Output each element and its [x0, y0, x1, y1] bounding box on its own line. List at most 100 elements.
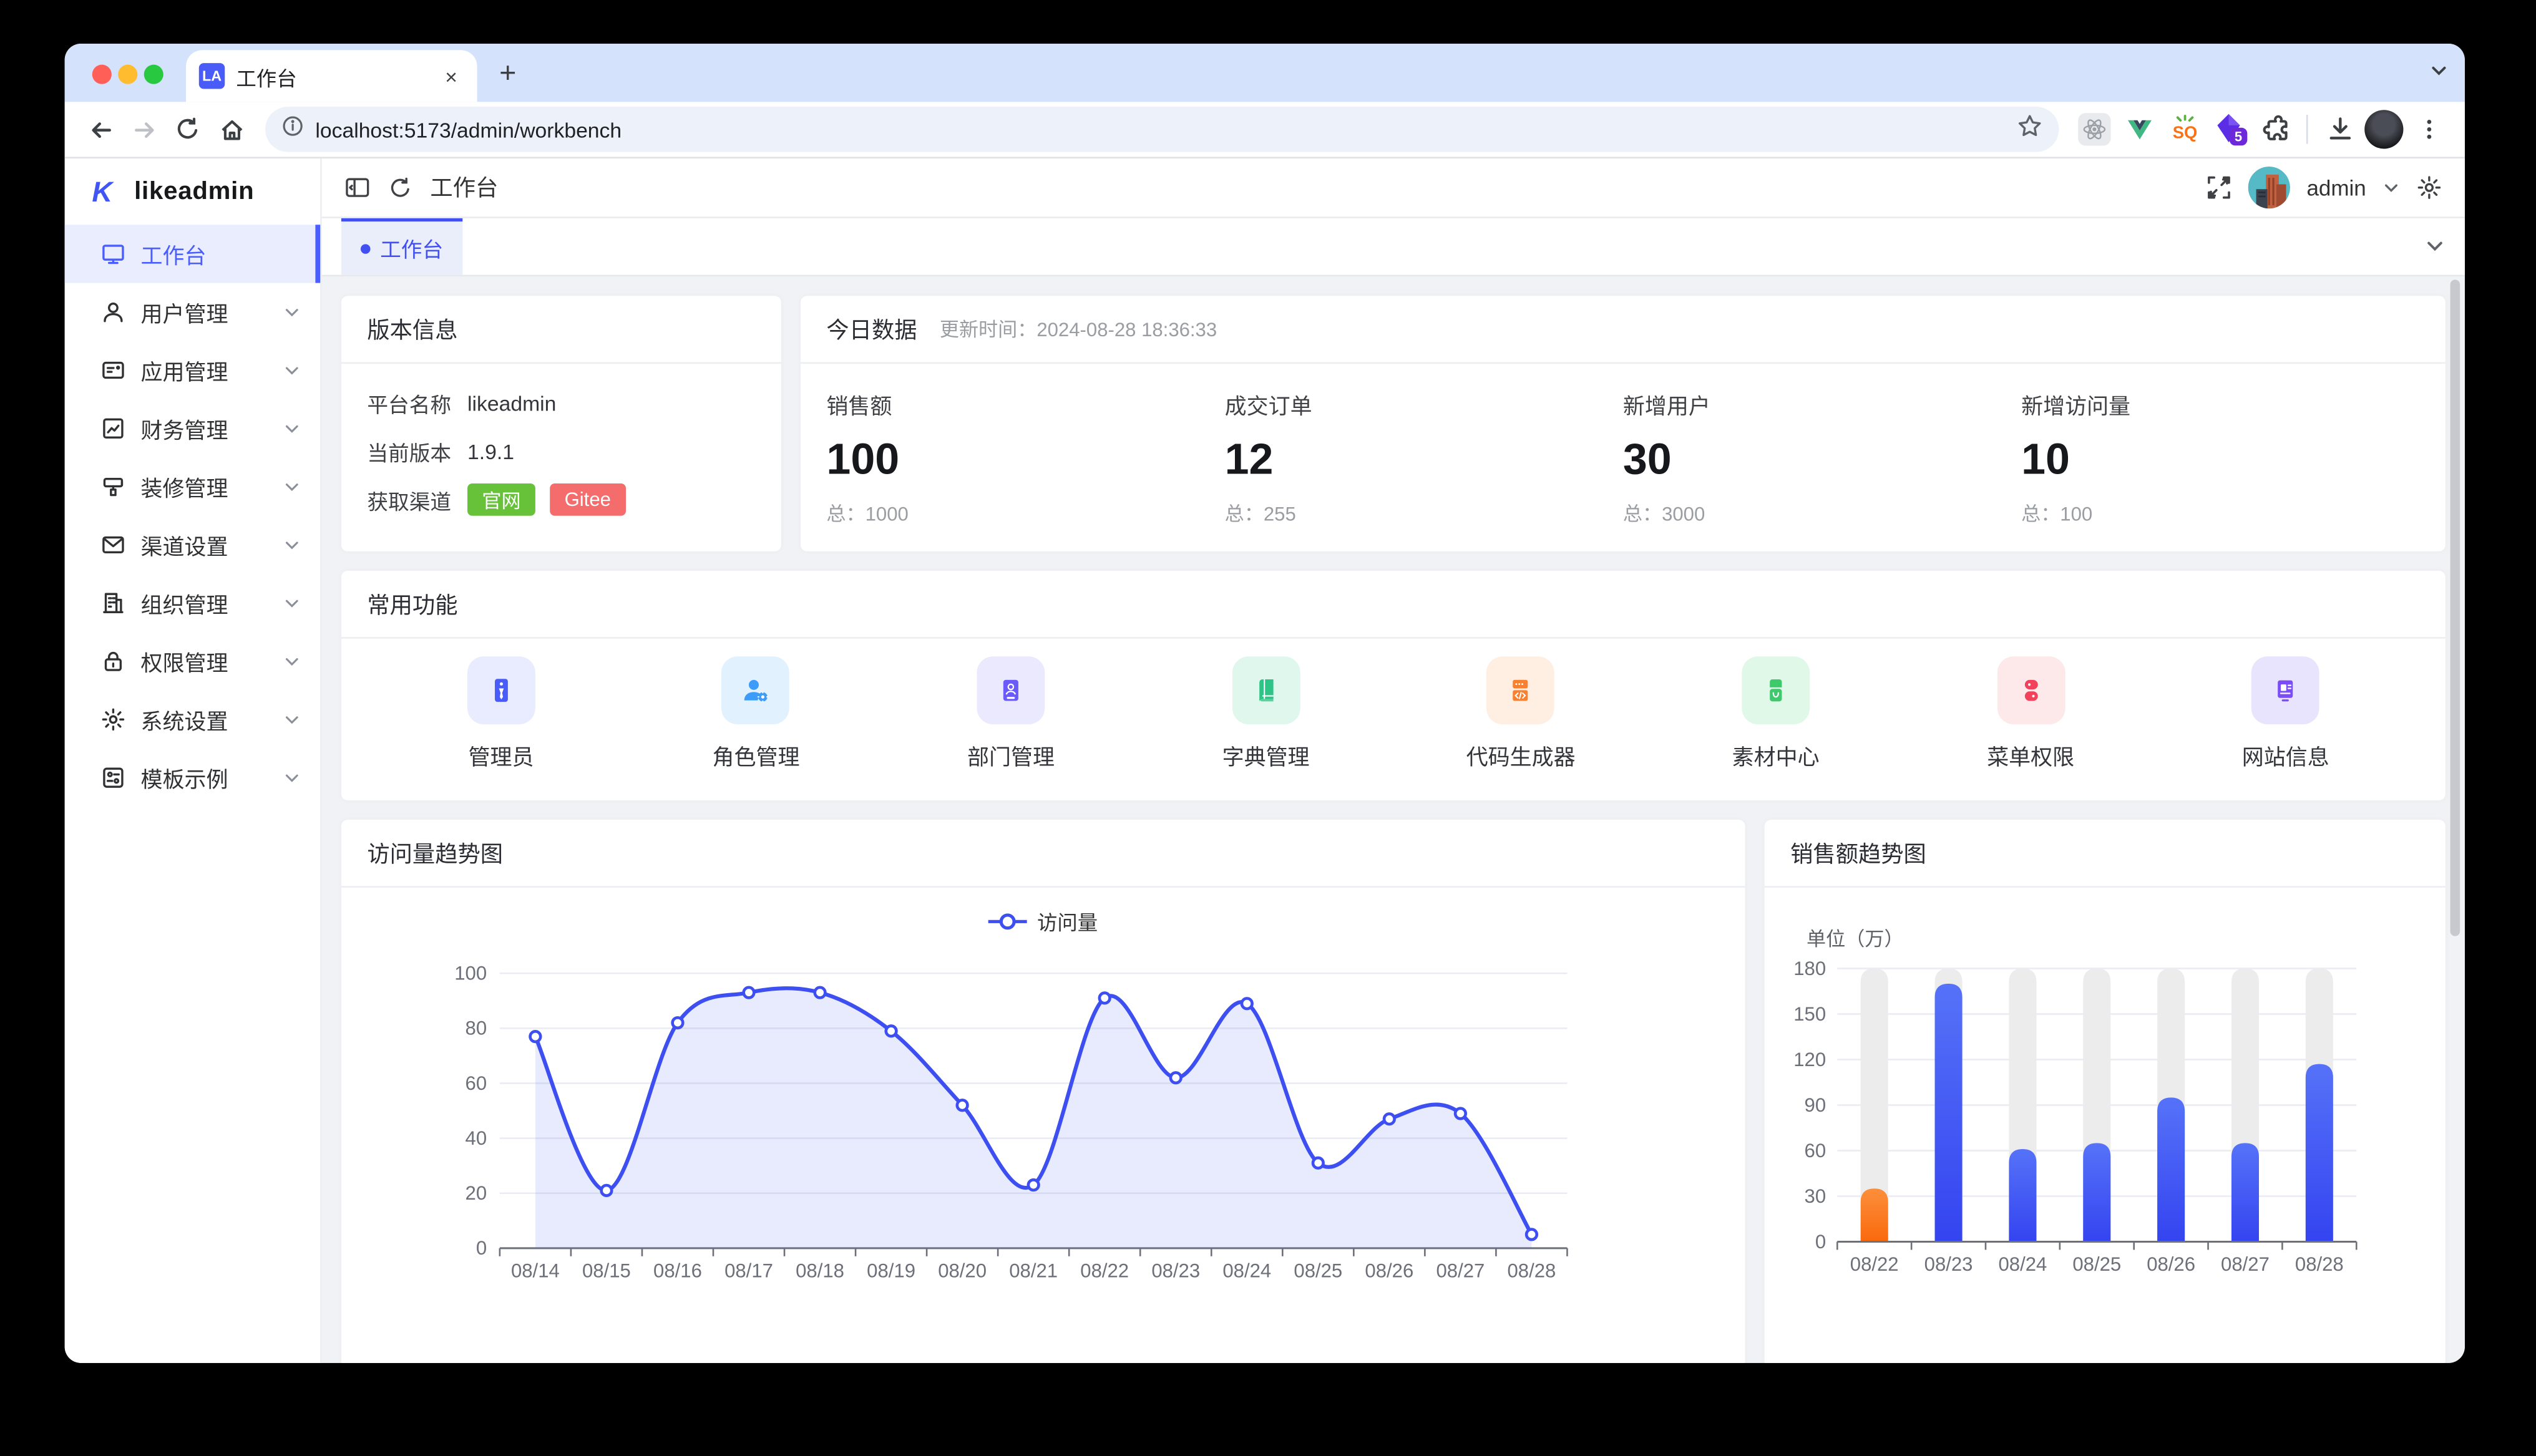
building-icon: [100, 590, 126, 616]
fullscreen-icon[interactable]: [2207, 175, 2232, 200]
user-menu-chevron-icon[interactable]: [2382, 178, 2401, 197]
traffic-light-minimize[interactable]: [118, 65, 137, 84]
svg-text:08/27: 08/27: [2221, 1253, 2270, 1275]
extension-sq-icon[interactable]: SQ: [2164, 109, 2205, 150]
traffic-light-close[interactable]: [92, 65, 112, 84]
svg-text:08/23: 08/23: [1924, 1253, 1973, 1275]
logo[interactable]: K likeadmin: [65, 158, 321, 225]
svg-text:08/15: 08/15: [582, 1260, 631, 1282]
traffic-light-zoom[interactable]: [144, 65, 163, 84]
tab-search-chevron-icon[interactable]: [2429, 61, 2449, 80]
svg-text:08/19: 08/19: [867, 1260, 915, 1282]
sidebar-item-label: 权限管理: [140, 645, 228, 677]
back-icon[interactable]: [81, 110, 120, 148]
platform-name-value: likeadmin: [467, 391, 556, 415]
sales-bar-chart: 0306090120150180 08/2208/2308/2408/2508/…: [1765, 956, 2446, 1292]
svg-text:08/17: 08/17: [724, 1260, 773, 1282]
url-text[interactable]: localhost:5173/admin/workbench: [315, 117, 2017, 142]
sidebar-item-gear[interactable]: 系统设置: [65, 691, 321, 749]
tab-close-icon[interactable]: ×: [438, 63, 464, 89]
svg-text:K: K: [92, 176, 114, 208]
stat-column: 新增用户30总：3000: [1623, 388, 2021, 527]
scrollbar-thumb[interactable]: [2451, 279, 2460, 936]
svg-text:08/20: 08/20: [938, 1260, 987, 1282]
svg-text:80: 80: [466, 1017, 487, 1039]
current-version-row: 当前版本 1.9.1: [367, 434, 755, 469]
function-item-website-info[interactable]: 网站信息: [2158, 656, 2413, 771]
tags-chevron-icon[interactable]: [2424, 218, 2446, 275]
function-item-role-user-gear[interactable]: 角色管理: [628, 656, 884, 771]
toolbar-divider: [2306, 115, 2308, 144]
forward-icon[interactable]: [125, 110, 163, 148]
extension-vue-devtools-icon[interactable]: [2119, 109, 2159, 150]
chevron-down-icon: [283, 769, 301, 787]
browser-profile-avatar[interactable]: [2364, 110, 2403, 148]
user-avatar[interactable]: [2248, 167, 2290, 208]
lock-icon: [100, 648, 126, 674]
sidebar-item-paint-roller[interactable]: 装修管理: [65, 457, 321, 515]
stat-value: 10: [2021, 435, 2419, 485]
home-icon[interactable]: [212, 110, 251, 148]
extension-gem-badge-icon[interactable]: 5: [2209, 109, 2250, 150]
refresh-page-icon[interactable]: [388, 175, 412, 200]
settings-gear-icon[interactable]: [2416, 175, 2442, 200]
sidebar-item-app-window[interactable]: 应用管理: [65, 341, 321, 399]
site-info-icon[interactable]: [281, 114, 304, 145]
url-bar[interactable]: localhost:5173/admin/workbench: [265, 107, 2059, 152]
function-item-department-card[interactable]: 部门管理: [884, 656, 1139, 771]
username[interactable]: admin: [2306, 175, 2366, 200]
svg-text:180: 180: [1793, 958, 1826, 979]
visits-trend-card: 访问量趋势图 访问量 020406080100 08/1408/1508/160…: [341, 820, 1745, 1363]
browser-menu-kebab-icon[interactable]: [2408, 109, 2449, 150]
visits-legend[interactable]: 访问量: [341, 905, 1745, 936]
svg-text:08/18: 08/18: [796, 1260, 844, 1282]
code-generator-icon: [1487, 656, 1555, 724]
svg-text:08/25: 08/25: [2072, 1253, 2121, 1275]
sidebar-item-monitor[interactable]: 工作台: [65, 225, 321, 283]
official-site-button[interactable]: 官网: [467, 483, 535, 516]
website-info-icon: [2251, 656, 2319, 724]
function-label: 代码生成器: [1466, 739, 1576, 771]
sidebar-item-template[interactable]: 模板示例: [65, 749, 321, 807]
common-functions-card: 常用功能 管理员角色管理部门管理字典管理代码生成器素材中心菜单权限网站信息: [341, 571, 2446, 800]
collapse-sidebar-icon[interactable]: [344, 175, 370, 200]
chevron-down-icon: [283, 536, 301, 554]
function-item-dictionary-book[interactable]: 字典管理: [1138, 656, 1393, 771]
function-item-menu-auth[interactable]: 菜单权限: [1903, 656, 2158, 771]
material-center-icon: [1742, 656, 1810, 724]
reload-icon[interactable]: [168, 110, 207, 148]
version-card: 版本信息 平台名称 likeadmin 当前版本 1.9.1: [341, 296, 781, 551]
app-window-icon: [100, 357, 126, 383]
sidebar-item-label: 渠道设置: [140, 529, 228, 561]
function-item-admin-badge[interactable]: 管理员: [374, 656, 629, 771]
svg-text:60: 60: [466, 1072, 487, 1094]
browser-tab[interactable]: LA 工作台 ×: [186, 50, 477, 102]
svg-text:90: 90: [1805, 1094, 1826, 1116]
stat-total: 总：1000: [826, 500, 1224, 527]
sidebar-item-label: 工作台: [140, 238, 206, 270]
sidebar-item-lock[interactable]: 权限管理: [65, 632, 321, 690]
stat-label: 新增访问量: [2021, 388, 2419, 420]
gitee-button[interactable]: Gitee: [550, 483, 625, 516]
current-version-value: 1.9.1: [467, 439, 514, 463]
new-tab-button[interactable]: +: [489, 54, 527, 92]
paint-roller-icon: [100, 473, 126, 499]
extensions-puzzle-icon[interactable]: [2255, 109, 2295, 150]
sales-chart-title: 销售额趋势图: [1790, 837, 1926, 869]
sidebar-item-finance-chart[interactable]: 财务管理: [65, 399, 321, 457]
extension-react-devtools-icon[interactable]: [2074, 109, 2114, 150]
function-item-material-center[interactable]: 素材中心: [1648, 656, 1903, 771]
tag-workbench[interactable]: 工作台: [341, 218, 462, 275]
sidebar-item-envelope[interactable]: 渠道设置: [65, 516, 321, 574]
downloads-icon[interactable]: [2319, 109, 2360, 150]
sidebar-item-user[interactable]: 用户管理: [65, 283, 321, 341]
sidebar-item-building[interactable]: 组织管理: [65, 574, 321, 632]
breadcrumb: 工作台: [430, 172, 498, 204]
main-panel: 工作台 admin: [322, 158, 2465, 1363]
function-item-code-generator[interactable]: 代码生成器: [1393, 656, 1649, 771]
sidebar-menu: 工作台用户管理应用管理财务管理装修管理渠道设置组织管理权限管理系统设置模板示例: [65, 225, 321, 807]
tag-label: 工作台: [380, 233, 443, 263]
finance-chart-icon: [100, 415, 126, 441]
svg-text:08/21: 08/21: [1009, 1260, 1058, 1282]
bookmark-star-icon[interactable]: [2017, 112, 2042, 146]
